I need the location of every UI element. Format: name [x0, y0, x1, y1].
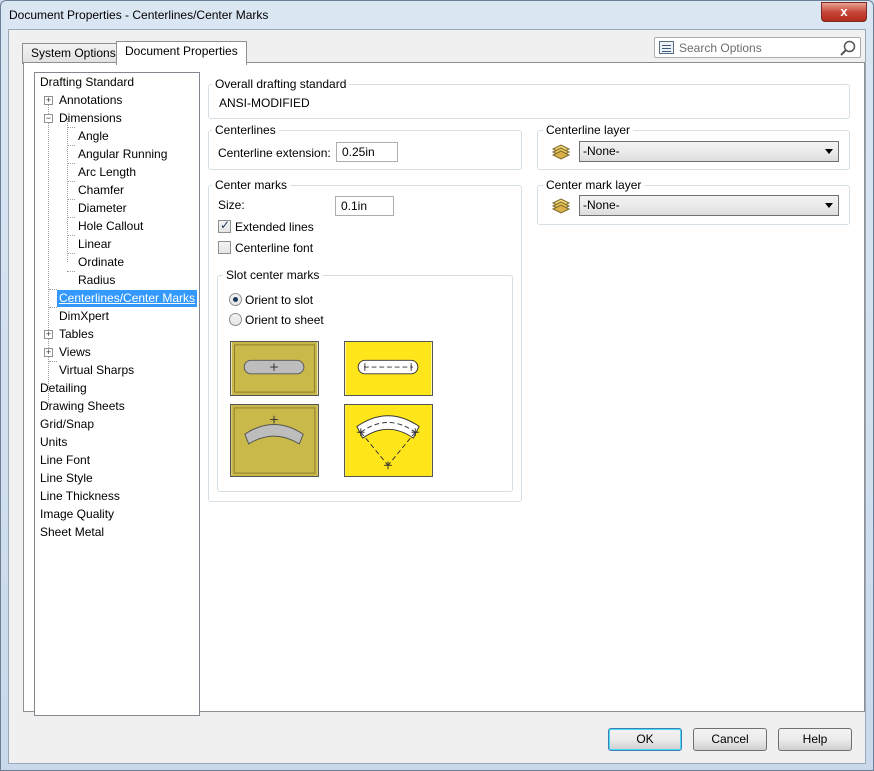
size-input[interactable]: 0.1in	[335, 196, 394, 216]
tree-item-drafting-standard[interactable]: Drafting Standard	[40, 74, 134, 91]
centerlines-title: Centerlines	[212, 123, 279, 137]
overall-standard-title: Overall drafting standard	[212, 77, 350, 91]
slot-straight-center-icon[interactable]	[230, 341, 319, 396]
slot-arc-center-icon[interactable]	[230, 404, 319, 477]
tree-item-tables[interactable]: Tables	[59, 326, 94, 343]
slot-straight-ends-icon[interactable]	[344, 341, 433, 396]
tree-item-dimxpert[interactable]: DimXpert	[59, 308, 109, 325]
tree-item-units[interactable]: Units	[40, 434, 67, 451]
center-mark-layer-title: Center mark layer	[543, 178, 645, 192]
title-bar: Document Properties - Centerlines/Center…	[1, 1, 873, 29]
help-button[interactable]: Help	[778, 728, 852, 751]
centerline-extension-label: Centerline extension:	[218, 146, 331, 160]
tree-item-views[interactable]: Views	[59, 344, 91, 361]
tree-item-ordinate[interactable]: Ordinate	[78, 254, 124, 271]
tree-item-image-quality[interactable]: Image Quality	[40, 506, 114, 523]
tree-item-centerlines-center-marks[interactable]: Centerlines/Center Marks	[57, 290, 198, 307]
search-box[interactable]: Search Options	[654, 37, 861, 58]
orient-to-sheet-label[interactable]: Orient to sheet	[245, 313, 324, 327]
extended-lines-label[interactable]: Extended lines	[235, 220, 314, 234]
centerline-extension-input[interactable]: 0.25in	[336, 142, 398, 162]
tab-panel: Drafting Standard + Annotations − Dimens…	[23, 62, 865, 716]
cancel-button[interactable]: Cancel	[693, 728, 767, 751]
centerline-layer-title: Centerline layer	[543, 123, 634, 137]
tab-document-properties[interactable]: Document Properties	[116, 41, 247, 65]
orient-to-slot-radio[interactable]	[229, 293, 242, 306]
extended-lines-checkbox[interactable]	[218, 218, 231, 233]
tree-item-diameter[interactable]: Diameter	[78, 200, 127, 217]
list-options-icon	[659, 41, 674, 54]
centerline-layer-select[interactable]: -None-	[579, 141, 839, 162]
options-tree: Drafting Standard + Annotations − Dimens…	[34, 72, 200, 716]
tree-item-arc-length[interactable]: Arc Length	[78, 164, 136, 181]
ok-button[interactable]: OK	[608, 728, 682, 751]
expand-annotations-icon[interactable]: +	[44, 96, 53, 105]
tree-item-drawing-sheets[interactable]: Drawing Sheets	[40, 398, 125, 415]
tree-item-sheet-metal[interactable]: Sheet Metal	[40, 524, 104, 541]
expand-views-icon[interactable]: +	[44, 348, 53, 357]
close-button[interactable]: x	[821, 2, 867, 22]
tree-item-angle[interactable]: Angle	[78, 128, 109, 145]
orient-to-sheet-radio[interactable]	[229, 313, 242, 326]
centerline-font-label[interactable]: Centerline font	[235, 241, 313, 255]
search-input[interactable]: Search Options	[679, 41, 762, 55]
orient-to-slot-label[interactable]: Orient to slot	[245, 293, 313, 307]
tree-item-hole-callout[interactable]: Hole Callout	[78, 218, 143, 235]
collapse-dimensions-icon[interactable]: −	[44, 114, 53, 123]
tree-item-line-thickness[interactable]: Line Thickness	[40, 488, 120, 505]
tree-item-annotations[interactable]: Annotations	[59, 92, 122, 109]
tree-item-line-style[interactable]: Line Style	[40, 470, 93, 487]
tree-item-angular-running[interactable]: Angular Running	[78, 146, 167, 163]
window-title: Document Properties - Centerlines/Center…	[9, 8, 269, 22]
tree-item-grid-snap[interactable]: Grid/Snap	[40, 416, 94, 433]
size-label: Size:	[218, 198, 245, 212]
tree-item-line-font[interactable]: Line Font	[40, 452, 90, 469]
search-icon[interactable]	[839, 39, 857, 57]
center-marks-title: Center marks	[212, 178, 291, 192]
center-mark-layer-select[interactable]: -None-	[579, 195, 839, 216]
layer-icon	[551, 198, 571, 214]
tree-item-dimensions[interactable]: Dimensions	[59, 110, 122, 127]
chevron-down-icon	[825, 203, 833, 208]
dialog-window: Document Properties - Centerlines/Center…	[0, 0, 874, 771]
center-mark-layer-value: -None-	[583, 198, 620, 212]
tab-system-options[interactable]: System Options	[22, 43, 125, 64]
expand-tables-icon[interactable]: +	[44, 330, 53, 339]
dialog-client: System Options Document Properties Searc…	[8, 29, 866, 764]
tree-item-virtual-sharps[interactable]: Virtual Sharps	[59, 362, 134, 379]
layer-icon	[551, 144, 571, 160]
overall-standard-value: ANSI-MODIFIED	[219, 96, 310, 110]
centerline-layer-value: -None-	[583, 144, 620, 158]
slot-arc-ends-icon[interactable]	[344, 404, 433, 477]
slot-center-marks-title: Slot center marks	[223, 268, 323, 282]
chevron-down-icon	[825, 149, 833, 154]
tree-item-detailing[interactable]: Detailing	[40, 380, 87, 397]
tree-item-linear[interactable]: Linear	[78, 236, 111, 253]
tree-item-chamfer[interactable]: Chamfer	[78, 182, 124, 199]
centerline-font-checkbox[interactable]	[218, 241, 231, 254]
tree-item-radius[interactable]: Radius	[78, 272, 115, 289]
